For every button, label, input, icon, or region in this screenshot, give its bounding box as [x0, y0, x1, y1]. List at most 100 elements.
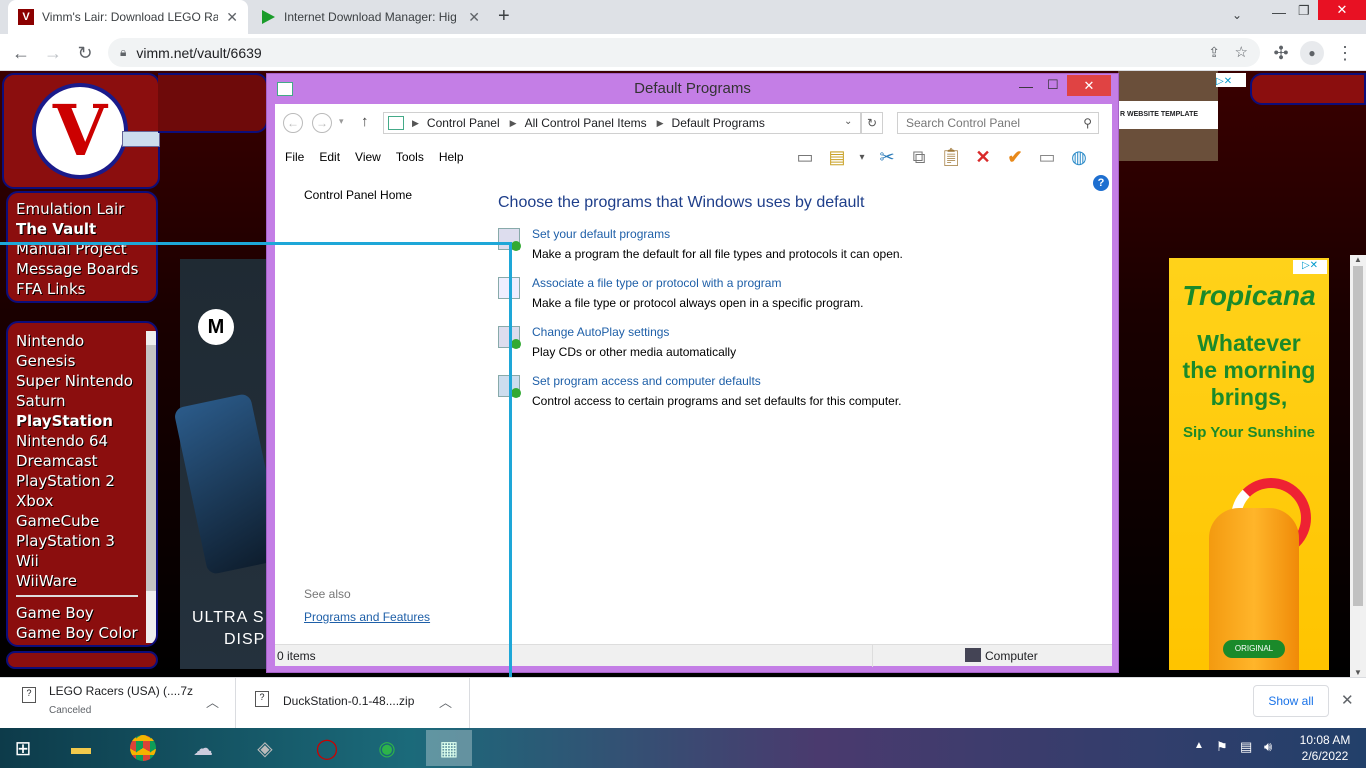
nav-scrollbar[interactable] [146, 331, 156, 643]
virtualbox-icon[interactable]: ◈ [242, 730, 288, 766]
volume-icon[interactable]: 🔊︎ [1264, 739, 1272, 755]
recent-locations-icon[interactable]: ▾ [339, 116, 344, 127]
properties-icon[interactable]: ▤ [825, 145, 849, 169]
lock-icon[interactable]: 🔒︎ [120, 45, 126, 60]
address-bar[interactable]: 🔒︎ vimm.net/vault/6639 ⇪ ☆ [108, 38, 1260, 67]
chevron-up-icon[interactable]: ︿ [439, 692, 452, 711]
control-panel-taskbar-icon[interactable]: ▦ [426, 730, 472, 766]
ad-choices-icon[interactable] [122, 131, 160, 147]
ad-close-icon[interactable]: ▷✕ [1293, 260, 1327, 274]
close-tab-icon[interactable]: ✕ [226, 9, 238, 26]
tropicana-ad[interactable]: ▷✕ Tropicana Whatever the morning brings… [1169, 258, 1329, 670]
nav-system[interactable]: WiiWare [16, 571, 156, 591]
menu-file[interactable]: File [285, 150, 304, 164]
rename-icon[interactable]: ▭ [1035, 145, 1059, 169]
nav-system[interactable]: Nintendo [16, 331, 156, 351]
nav-system-selected[interactable]: PlayStation [16, 411, 156, 431]
link-text[interactable]: Set program access and computer defaults [532, 374, 761, 388]
help-icon[interactable]: ? [1093, 175, 1109, 191]
programs-and-features-link[interactable]: Programs and Features [304, 610, 430, 624]
ad-close-icon[interactable]: ▷✕ [1216, 73, 1246, 87]
menu-help[interactable]: Help [439, 150, 464, 164]
show-all-button[interactable]: Show all [1253, 685, 1329, 717]
tab-idm[interactable]: Internet Download Manager: Hig ✕ [250, 0, 490, 34]
minimize-window-button[interactable]: — [1272, 4, 1286, 20]
nav-system[interactable]: Game Boy [16, 603, 156, 623]
default-programs-icon[interactable] [498, 228, 521, 251]
delete-icon[interactable]: ✕ [971, 145, 995, 169]
link-text[interactable]: Associate a file type or protocol with a… [532, 276, 781, 290]
nav-system[interactable]: Genesis [16, 351, 156, 371]
nav-system[interactable]: Dreamcast [16, 451, 156, 471]
scroll-up-icon[interactable]: ▲ [1350, 255, 1366, 264]
nav-system[interactable]: Nintendo 64 [16, 431, 156, 451]
tab-vimms-lair[interactable]: V Vimm's Lair: Download LEGO Rac ✕ [8, 0, 248, 34]
nav-manual-project[interactable]: Manual Project [16, 239, 156, 259]
link-text[interactable]: Change AutoPlay settings [532, 325, 669, 339]
top-ad-image[interactable]: R WEBSITE TEMPLATE [1118, 71, 1218, 161]
dropdown-icon[interactable]: ▾ [857, 145, 867, 169]
network-icon[interactable]: ▤ [1240, 739, 1252, 755]
forward-icon[interactable]: → [40, 40, 66, 66]
restore-window-button[interactable]: ❐ [1298, 3, 1310, 19]
change-autoplay-link[interactable]: Change AutoPlay settings [532, 325, 669, 339]
control-panel-home-link[interactable]: Control Panel Home [304, 188, 412, 202]
new-tab-button[interactable]: + [498, 5, 520, 29]
opera-icon[interactable]: ◯ [304, 730, 350, 766]
forward-icon[interactable]: → [312, 113, 332, 133]
breadcrumb-item[interactable]: Default Programs [672, 116, 765, 130]
nav-system[interactable]: GameCube [16, 511, 156, 531]
file-explorer-icon[interactable]: ▬ [58, 730, 104, 766]
reload-icon[interactable]: ↻ [72, 40, 98, 66]
file-association-icon[interactable] [498, 277, 520, 299]
nav-message-boards[interactable]: Message Boards [16, 259, 156, 279]
share-icon[interactable]: ⇪ [1208, 44, 1220, 61]
nav-system[interactable]: PlayStation 3 [16, 531, 156, 551]
nav-system[interactable]: PlayStation 2 [16, 471, 156, 491]
idm-icon[interactable]: ◉ [364, 730, 410, 766]
nav-emulation-lair[interactable]: Emulation Lair [16, 199, 156, 219]
search-icon[interactable]: ⚲ [1083, 113, 1092, 133]
close-tab-icon[interactable]: ✕ [468, 9, 480, 26]
search-input[interactable]: Search Control Panel ⚲ [897, 112, 1099, 134]
breadcrumb-item[interactable]: Control Panel [427, 116, 500, 130]
profile-icon[interactable]: ● [1300, 41, 1324, 65]
link-text[interactable]: Set your default programs [532, 227, 670, 241]
back-icon[interactable]: ← [283, 113, 303, 133]
tab-search-icon[interactable]: ⌄ [1232, 8, 1242, 22]
menu-view[interactable]: View [355, 150, 381, 164]
star-icon[interactable]: ☆ [1235, 43, 1248, 61]
address-dropdown-icon[interactable]: ⌄ [844, 116, 852, 127]
close-window-button[interactable]: ✕ [1318, 0, 1366, 20]
app-icon[interactable]: ☁ [180, 730, 226, 766]
chrome-menu-icon[interactable]: ⋮ [1332, 40, 1358, 66]
program-access-icon[interactable] [498, 375, 521, 398]
vimm-logo[interactable]: V [32, 83, 128, 179]
nav-system[interactable]: Super Nintendo [16, 371, 156, 391]
close-downloads-icon[interactable]: ✕ [1341, 691, 1354, 709]
maximize-button[interactable]: ☐ [1047, 77, 1059, 93]
checkmark-icon[interactable]: ✔ [1003, 145, 1027, 169]
show-hidden-icons[interactable]: ▲ [1194, 740, 1204, 751]
copy-icon[interactable]: ⧉ [907, 145, 931, 169]
program-access-link[interactable]: Set program access and computer defaults [532, 374, 761, 388]
breadcrumb-item[interactable]: All Control Panel Items [525, 116, 647, 130]
layout-icon[interactable]: ▭ [793, 145, 817, 169]
autoplay-icon[interactable] [498, 326, 521, 349]
nav-system[interactable]: Saturn [16, 391, 156, 411]
close-button[interactable]: ✕ [1067, 75, 1111, 96]
chevron-up-icon[interactable]: ︿ [206, 692, 219, 711]
up-icon[interactable]: ↑ [361, 113, 369, 130]
nav-the-vault[interactable]: The Vault [16, 219, 156, 239]
nav-ffa-links[interactable]: FFA Links [16, 279, 156, 299]
nav-system[interactable]: Game Boy Color [16, 623, 156, 643]
cut-icon[interactable]: ✂ [875, 145, 899, 169]
refresh-icon[interactable]: ↻ [861, 112, 883, 134]
download-item[interactable]: ? DuckStation-0.1-48....zip ︿ [237, 678, 470, 728]
address-bar[interactable]: ▶ Control Panel ▶ All Control Panel Item… [383, 112, 861, 134]
download-item[interactable]: ? LEGO Racers (USA) (....7z Canceled ︿ [0, 678, 236, 728]
page-scrollbar[interactable]: ▲ ▼ [1350, 255, 1366, 677]
chrome-icon[interactable] [120, 730, 166, 766]
back-icon[interactable]: ← [8, 40, 34, 66]
scroll-down-icon[interactable]: ▼ [1350, 668, 1366, 677]
